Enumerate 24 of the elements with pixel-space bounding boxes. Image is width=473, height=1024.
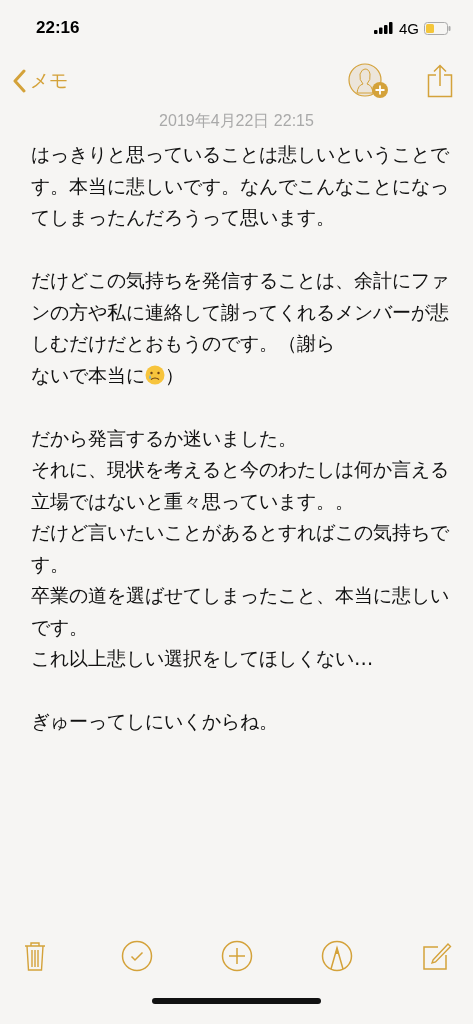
battery-icon <box>424 21 451 35</box>
note-text: はっきりと思っていることは悲しいということです。本当に悲しいです。なんでこんなことになってしまったんだろうって思います。 <box>31 143 449 229</box>
network-label: 4G <box>399 19 419 37</box>
add-person-icon[interactable] <box>347 62 391 100</box>
note-text: ないで本当に <box>31 363 145 387</box>
note-date: 2019年4月22日 22:15 <box>158 111 315 131</box>
pen-tip-icon[interactable] <box>321 940 353 972</box>
back-button[interactable]: メモ <box>12 68 68 94</box>
note-text: だから発言するか迷いました。 <box>31 426 297 450</box>
checklist-icon[interactable] <box>121 940 153 972</box>
compose-icon[interactable] <box>421 940 453 972</box>
note-text: 卒業の道を選ばせてしまったこと、本当に悲しいです。 <box>31 584 449 639</box>
status-time: 22:16 <box>36 18 80 38</box>
note-text: それに、現状を考えると今のわたしは何か言える立場ではないと重々思っています。。 <box>31 458 449 513</box>
signal-icon <box>374 22 394 34</box>
note-text: ） <box>165 363 184 387</box>
note-text: ぎゅーってしにいくからね。 <box>31 710 278 733</box>
note-text: これ以上悲しい選択をしてほしくない… <box>31 647 374 670</box>
chevron-icon <box>12 69 26 93</box>
note-text: だけど言いたいことがあるとすればこの気持ちです。 <box>31 521 449 576</box>
share-icon[interactable] <box>427 64 453 98</box>
note-text: だけどこの気持ちを発信することは、余計にファンの方や私に連絡して謝ってくれるメンバーが悲しむだけだとおもうのです。（謝ら <box>31 269 449 355</box>
crying-emoji-icon <box>145 364 165 385</box>
add-icon[interactable] <box>221 940 253 972</box>
